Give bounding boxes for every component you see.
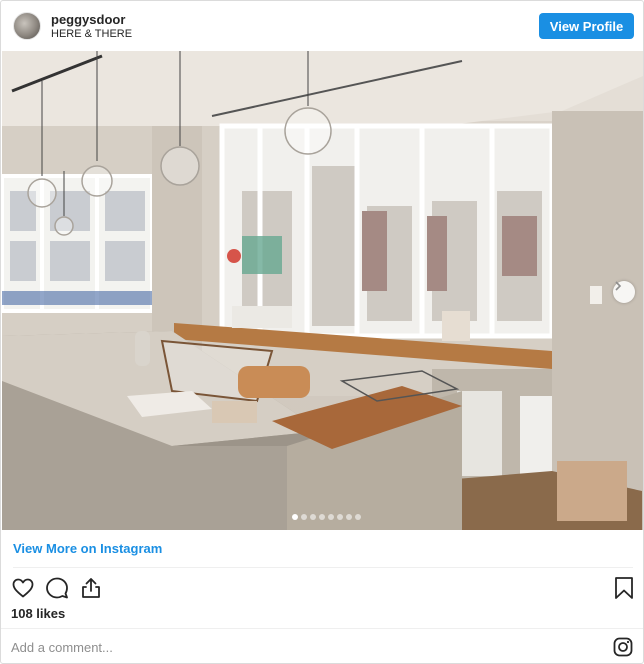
carousel-dot	[355, 514, 361, 520]
carousel-dot	[346, 514, 352, 520]
carousel-dot	[337, 514, 343, 520]
carousel-dot	[301, 514, 307, 520]
chevron-right-icon	[615, 281, 622, 291]
carousel-dots	[292, 514, 361, 520]
likes-count[interactable]: 108 likes	[11, 606, 65, 621]
location[interactable]: HERE & THERE	[51, 28, 132, 40]
comment-icon[interactable]	[45, 576, 69, 600]
heart-icon[interactable]	[11, 576, 35, 600]
carousel-dot	[328, 514, 334, 520]
kitchen-photo	[2, 51, 643, 530]
bookmark-icon[interactable]	[613, 576, 635, 600]
view-more-link[interactable]: View More on Instagram	[13, 541, 162, 556]
divider	[1, 628, 643, 629]
action-bar	[11, 576, 103, 600]
view-profile-button[interactable]: View Profile	[539, 13, 634, 39]
divider	[13, 567, 633, 568]
carousel-dot	[319, 514, 325, 520]
carousel-dot	[310, 514, 316, 520]
comment-input[interactable]: Add a comment...	[11, 640, 113, 655]
share-icon[interactable]	[79, 576, 103, 600]
post-header: peggysdoor HERE & THERE View Profile	[1, 1, 643, 51]
username[interactable]: peggysdoor	[51, 12, 125, 27]
avatar[interactable]	[13, 12, 41, 40]
post-photo[interactable]	[2, 51, 643, 530]
next-photo-button[interactable]	[613, 281, 635, 303]
instagram-logo-icon[interactable]	[613, 637, 633, 657]
instagram-embed-card: peggysdoor HERE & THERE View Profile Vie…	[0, 0, 644, 664]
carousel-dot	[292, 514, 298, 520]
